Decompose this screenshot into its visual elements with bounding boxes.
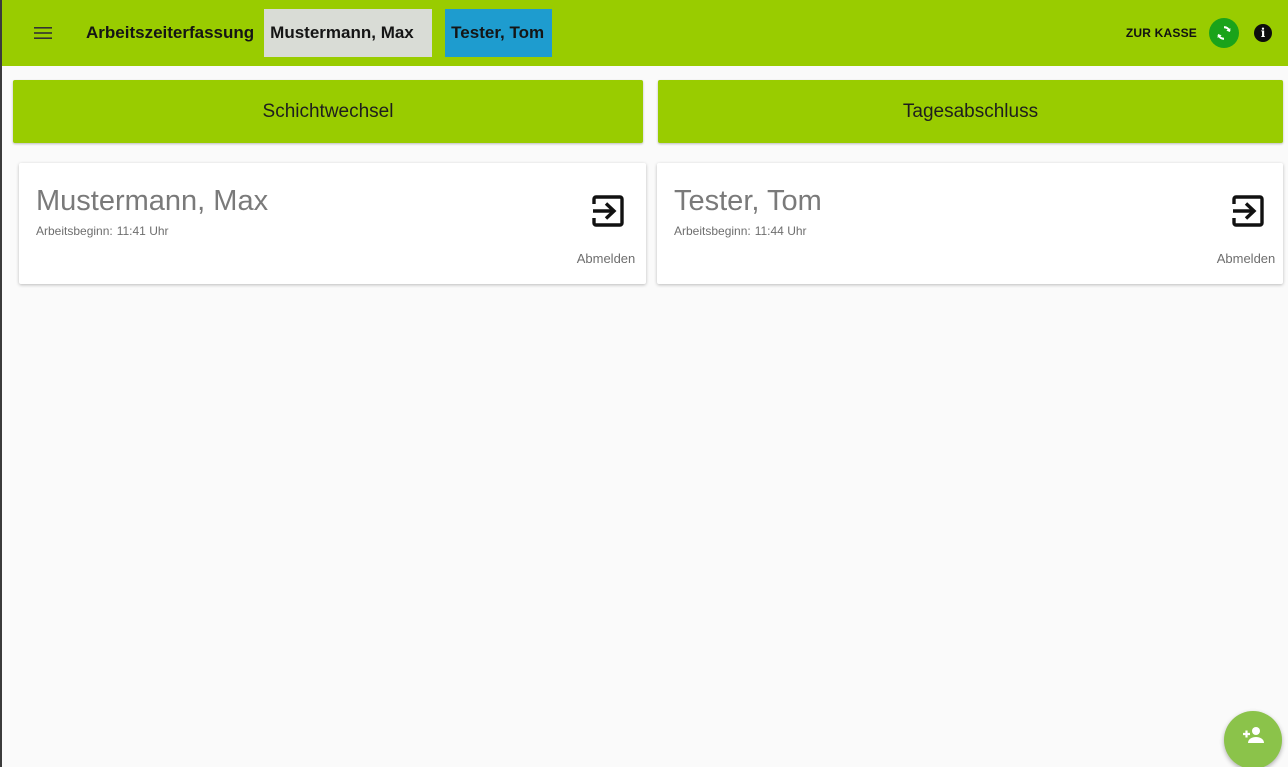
app-bar-actions: ZUR KASSE i (1126, 0, 1272, 66)
logout-icon (1232, 195, 1264, 227)
employee-card-mustermann: Mustermann, Max Arbeitsbeginn: 11:41 Uhr … (19, 163, 646, 284)
logout-button[interactable]: Abmelden (566, 187, 646, 271)
employee-chip-mustermann[interactable]: Mustermann, Max (264, 9, 433, 57)
work-start-label: Arbeitsbeginn: (674, 224, 751, 238)
work-start-time: 11:44 Uhr (754, 224, 807, 238)
logout-button[interactable]: Abmelden (1203, 187, 1283, 271)
work-start-label: Arbeitsbeginn: (36, 224, 113, 238)
page: Arbeitszeiterfassung Mustermann, Max Tes… (0, 0, 1288, 767)
work-start: Arbeitsbeginn: 11:44 Uhr (674, 224, 807, 238)
employee-name: Tester, Tom (674, 185, 822, 217)
work-start-time: 11:41 Uhr (116, 224, 169, 238)
zur-kasse-link[interactable]: ZUR KASSE (1126, 26, 1197, 40)
schichtwechsel-button[interactable]: Schichtwechsel (13, 80, 643, 143)
work-start: Arbeitsbeginn: 11:41 Uhr (36, 224, 169, 238)
info-icon[interactable]: i (1254, 24, 1272, 42)
logout-label: Abmelden (1216, 251, 1276, 266)
add-person-button[interactable] (1224, 711, 1282, 767)
logout-icon (592, 195, 624, 227)
tagesabschluss-button[interactable]: Tagesabschluss (658, 80, 1283, 143)
menu-icon[interactable] (18, 8, 68, 58)
logout-label: Abmelden (576, 251, 636, 266)
app-title: Arbeitszeiterfassung (86, 23, 255, 42)
app-bar: Arbeitszeiterfassung Mustermann, Max Tes… (2, 0, 1288, 66)
employee-name: Mustermann, Max (36, 185, 269, 217)
sync-icon[interactable] (1209, 18, 1239, 48)
add-person-icon (1243, 727, 1264, 743)
employee-chip-tester[interactable]: Tester, Tom (445, 9, 553, 57)
employee-card-tester: Tester, Tom Arbeitsbeginn: 11:44 Uhr Abme… (657, 163, 1283, 284)
